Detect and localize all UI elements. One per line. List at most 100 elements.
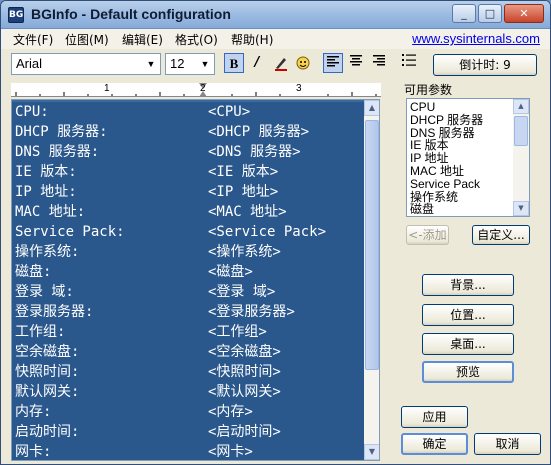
ruler: 1 2 3: [11, 83, 381, 97]
scroll-up-arrow-icon[interactable]: ▲: [513, 99, 529, 114]
maximize-button[interactable]: □: [478, 4, 502, 23]
preview-button[interactable]: 预览: [422, 361, 514, 383]
field-list-item[interactable]: DHCP 服务器: [410, 113, 483, 127]
editor-scrollbar[interactable]: ▲ ▼: [364, 100, 379, 460]
insert-image-button[interactable]: [293, 53, 313, 73]
menu-bitmap[interactable]: 位图(M): [63, 31, 111, 48]
field-label: CPU:: [15, 104, 49, 120]
info-editor[interactable]: CPU: <CPU> DHCP 服务器: <DHCP 服务器> DNS 服务器: <DNS…: [11, 99, 380, 461]
position-button[interactable]: 位置...: [422, 304, 514, 326]
field-placeholder: <操作系统>: [208, 244, 281, 260]
field-placeholder: <默认网关>: [208, 384, 281, 400]
fields-listbox[interactable]: CPU DHCP 服务器 DNS 服务器 IE 版本 IP 地址 MAC 地址 Servic…: [406, 98, 530, 217]
ruler-number: 3: [296, 83, 302, 94]
scroll-thumb[interactable]: [365, 120, 379, 370]
field-label: 登录服务器:: [15, 304, 94, 320]
align-right-button[interactable]: [369, 53, 389, 73]
editor-row[interactable]: CPU: <CPU>: [12, 102, 364, 122]
field-placeholder: <CPU>: [208, 104, 251, 120]
ok-button[interactable]: 确定: [401, 433, 468, 455]
fields-scrollbar[interactable]: ▲ ▼: [513, 99, 529, 216]
editor-row[interactable]: IP 地址: <IP 地址>: [12, 182, 364, 202]
editor-row[interactable]: MAC 地址: <MAC 地址>: [12, 202, 364, 222]
custom-field-button[interactable]: 自定义...: [472, 225, 530, 245]
font-combobox[interactable]: Arial ▼: [11, 53, 161, 75]
field-label: 登录 域:: [15, 284, 74, 300]
align-right-icon: [373, 55, 385, 66]
close-button[interactable]: ✕: [504, 4, 544, 23]
editor-row[interactable]: Service Pack: <Service Pack>: [12, 222, 364, 242]
editor-row[interactable]: 空余磁盘: <空余磁盘>: [12, 342, 364, 362]
editor-rows[interactable]: CPU: <CPU> DHCP 服务器: <DHCP 服务器> DNS 服务器: <DNS…: [12, 102, 364, 460]
menu-file[interactable]: 文件(F): [11, 31, 55, 48]
fields-group-title: 可用参数: [404, 83, 453, 97]
editor-row[interactable]: IE 版本: <IE 版本>: [12, 162, 364, 182]
field-placeholder: <登录 域>: [208, 284, 276, 300]
title-bar[interactable]: BG BGInfo - Default configuration _ □ ✕: [1, 1, 550, 29]
editor-row[interactable]: 内存: <内存>: [12, 402, 364, 422]
chevron-down-icon[interactable]: ▼: [198, 56, 212, 72]
desktop-button[interactable]: 桌面...: [422, 333, 514, 355]
chevron-down-icon[interactable]: ▼: [144, 56, 158, 72]
field-placeholder: <登录服务器>: [208, 304, 295, 320]
field-label: IP 地址:: [15, 184, 77, 200]
editor-row[interactable]: 快照时间: <快照时间>: [12, 362, 364, 382]
editor-row[interactable]: 磁盘: <磁盘>: [12, 262, 364, 282]
bold-button[interactable]: B: [224, 53, 244, 73]
field-label: 默认网关:: [15, 384, 80, 400]
field-label: 磁盘:: [15, 264, 52, 280]
editor-row[interactable]: 启动时间: <启动时间>: [12, 422, 364, 442]
field-label: 内存:: [15, 404, 52, 420]
field-label: 操作系统:: [15, 244, 80, 260]
bginfo-app-icon: BG: [8, 7, 24, 23]
apply-button[interactable]: 应用: [401, 406, 468, 428]
field-placeholder: <Service Pack>: [208, 224, 327, 240]
align-center-button[interactable]: [346, 53, 366, 73]
menu-edit[interactable]: 编辑(E): [120, 31, 165, 48]
menu-bar: 文件(F) 位图(M) 编辑(E) 格式(O) 帮助(H) www.sysint…: [1, 29, 550, 49]
field-placeholder: <工作组>: [208, 324, 267, 340]
field-placeholder: <IP 地址>: [208, 184, 279, 200]
ruler-number: 1: [104, 83, 110, 94]
editor-row[interactable]: 工作组: <工作组>: [12, 322, 364, 342]
editor-row[interactable]: 操作系统: <操作系统>: [12, 242, 364, 262]
field-list-item[interactable]: Service Pack: [410, 177, 480, 191]
font-size-combobox[interactable]: 12 ▼: [165, 53, 215, 75]
pen-icon: [275, 58, 287, 71]
field-placeholder: <空余磁盘>: [208, 344, 281, 360]
sysinternals-link[interactable]: www.sysinternals.com: [412, 31, 540, 46]
image-icon: [296, 56, 310, 70]
editor-row[interactable]: 登录 域: <登录 域>: [12, 282, 364, 302]
italic-button[interactable]: /: [247, 53, 267, 73]
countdown-button[interactable]: 倒计时: 9: [433, 54, 537, 76]
menu-help[interactable]: 帮助(H): [229, 31, 275, 48]
align-left-button[interactable]: [323, 53, 343, 73]
field-placeholder: <DNS 服务器>: [208, 144, 301, 160]
text-color-button[interactable]: [271, 53, 291, 73]
field-placeholder: <IE 版本>: [208, 164, 279, 180]
ruler-ticks: [15, 83, 377, 96]
field-label: 空余磁盘:: [15, 344, 80, 360]
editor-row[interactable]: 登录服务器: <登录服务器>: [12, 302, 364, 322]
align-center-icon: [350, 55, 362, 66]
editor-row[interactable]: 默认网关: <默认网关>: [12, 382, 364, 402]
scroll-down-arrow-icon[interactable]: ▼: [364, 444, 379, 460]
scroll-up-arrow-icon[interactable]: ▲: [364, 100, 379, 116]
scroll-thumb[interactable]: [514, 116, 528, 146]
cancel-button[interactable]: 取消: [474, 433, 541, 455]
background-button[interactable]: 背景...: [422, 274, 514, 296]
field-placeholder: <DHCP 服务器>: [208, 124, 310, 140]
bullet-list-button[interactable]: [399, 53, 419, 73]
font-size-value: 12: [170, 56, 185, 71]
editor-row[interactable]: 网卡: <网卡>: [12, 442, 364, 460]
minimize-button[interactable]: _: [452, 4, 476, 23]
bginfo-window: BG BGInfo - Default configuration _ □ ✕ …: [0, 0, 551, 465]
editor-row[interactable]: DNS 服务器: <DNS 服务器>: [12, 142, 364, 162]
field-list-item[interactable]: 磁盘: [410, 203, 434, 216]
field-placeholder: <MAC 地址>: [208, 204, 287, 220]
menu-format[interactable]: 格式(O): [173, 31, 220, 48]
field-label: 工作组:: [15, 324, 66, 340]
add-field-button[interactable]: <-添加: [406, 225, 449, 245]
scroll-down-arrow-icon[interactable]: ▼: [513, 201, 529, 216]
editor-row[interactable]: DHCP 服务器: <DHCP 服务器>: [12, 122, 364, 142]
